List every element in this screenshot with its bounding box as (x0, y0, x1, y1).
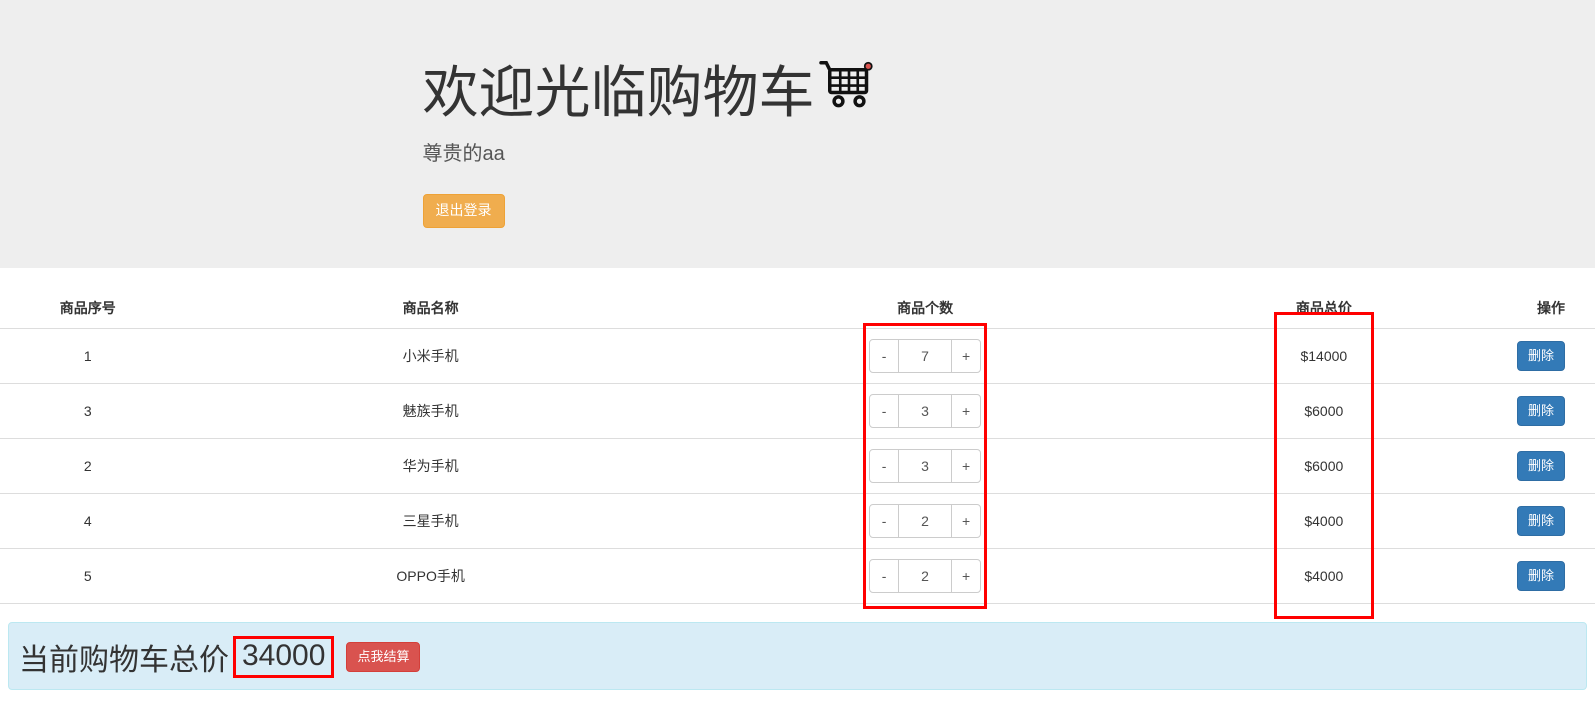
cell-subtotal: $14000 (1164, 328, 1483, 383)
page-header: 欢迎光临购物车 尊贵的aa 退出登录 (0, 0, 1595, 268)
cell-action: 删除 (1483, 493, 1595, 548)
cell-id: 5 (0, 548, 175, 603)
total-label: 当前购物车总价 (19, 635, 229, 679)
delete-button[interactable]: 删除 (1517, 341, 1565, 371)
total-bar: 当前购物车总价 34000 点我结算 (8, 622, 1587, 690)
qty-minus-button[interactable]: - (869, 449, 899, 483)
col-name: 商品名称 (175, 288, 685, 329)
cell-qty: -+ (686, 383, 1165, 438)
cell-id: 1 (0, 328, 175, 383)
table-row: 1小米手机-+$14000删除 (0, 328, 1595, 383)
col-id: 商品序号 (0, 288, 175, 329)
cell-subtotal: $6000 (1164, 383, 1483, 438)
cell-action: 删除 (1483, 383, 1595, 438)
checkout-button[interactable]: 点我结算 (346, 642, 420, 672)
cell-action: 删除 (1483, 328, 1595, 383)
table-row: 4三星手机-+$4000删除 (0, 493, 1595, 548)
cell-id: 4 (0, 493, 175, 548)
cell-id: 2 (0, 438, 175, 493)
qty-plus-button[interactable]: + (951, 559, 981, 593)
qty-input[interactable] (899, 504, 951, 538)
cell-action: 删除 (1483, 438, 1595, 493)
page-title: 欢迎光临购物车 (423, 48, 1368, 129)
qty-plus-button[interactable]: + (951, 339, 981, 373)
cell-qty: -+ (686, 493, 1165, 548)
qty-plus-button[interactable]: + (951, 449, 981, 483)
qty-minus-button[interactable]: - (869, 394, 899, 428)
qty-input[interactable] (899, 559, 951, 593)
cell-qty: -+ (686, 328, 1165, 383)
cell-qty: -+ (686, 548, 1165, 603)
cart-icon (819, 54, 879, 123)
col-subtotal: 商品总价 (1164, 288, 1483, 329)
table-row: 3魅族手机-+$6000删除 (0, 383, 1595, 438)
delete-button[interactable]: 删除 (1517, 506, 1565, 536)
table-row: 2华为手机-+$6000删除 (0, 438, 1595, 493)
cell-subtotal: $6000 (1164, 438, 1483, 493)
delete-button[interactable]: 删除 (1517, 396, 1565, 426)
user-greeting: 尊贵的aa (423, 137, 1368, 166)
qty-input[interactable] (899, 339, 951, 373)
logout-button[interactable]: 退出登录 (423, 194, 505, 228)
table-row: 5OPPO手机-+$4000删除 (0, 548, 1595, 603)
qty-plus-button[interactable]: + (951, 504, 981, 538)
total-value: 34000 (233, 636, 334, 678)
cell-name: OPPO手机 (175, 548, 685, 603)
cell-id: 3 (0, 383, 175, 438)
qty-input[interactable] (899, 449, 951, 483)
qty-plus-button[interactable]: + (951, 394, 981, 428)
cell-name: 小米手机 (175, 328, 685, 383)
delete-button[interactable]: 删除 (1517, 561, 1565, 591)
cell-qty: -+ (686, 438, 1165, 493)
cell-name: 华为手机 (175, 438, 685, 493)
cell-subtotal: $4000 (1164, 493, 1483, 548)
delete-button[interactable]: 删除 (1517, 451, 1565, 481)
cell-name: 三星手机 (175, 493, 685, 548)
cell-name: 魅族手机 (175, 383, 685, 438)
qty-input[interactable] (899, 394, 951, 428)
qty-minus-button[interactable]: - (869, 559, 899, 593)
qty-minus-button[interactable]: - (869, 504, 899, 538)
col-qty: 商品个数 (686, 288, 1165, 329)
qty-minus-button[interactable]: - (869, 339, 899, 373)
col-action: 操作 (1483, 288, 1595, 329)
cart-table-wrap: 商品序号 商品名称 商品个数 商品总价 操作 1小米手机-+$14000删除3魅… (0, 288, 1595, 604)
cell-subtotal: $4000 (1164, 548, 1483, 603)
cart-table: 商品序号 商品名称 商品个数 商品总价 操作 1小米手机-+$14000删除3魅… (0, 288, 1595, 604)
cell-action: 删除 (1483, 548, 1595, 603)
